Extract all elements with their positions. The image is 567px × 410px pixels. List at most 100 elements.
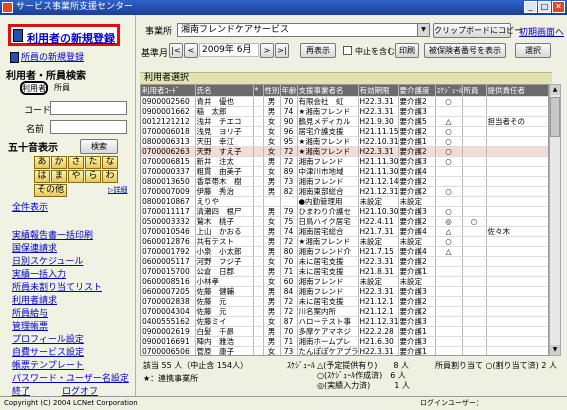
table-row[interactable]: 0600005117 河野 フジ子女 70 未に居宅支援 H22.3.31 要介護2 [141, 256, 548, 267]
scroll-up-icon[interactable]: ▲ [550, 85, 560, 95]
table-cell: H22.3.31 [358, 346, 399, 355]
table-row[interactable]: 0700002838 佐藤 元男 72 未に居宅支援 H21.12.1 要介護2 [141, 296, 548, 307]
column-header[interactable]: 所員 [462, 85, 487, 97]
menu-item-user-billing[interactable]: 利用者請求 [12, 293, 57, 306]
column-header[interactable]: 氏名 [195, 85, 254, 97]
scroll-down-icon[interactable]: ▼ [550, 345, 560, 355]
close-icon[interactable]: ✕ [552, 1, 565, 13]
toggle-staff[interactable]: 所員 [50, 81, 74, 95]
kana-ka-button[interactable]: か [51, 156, 67, 169]
kana-ya-button[interactable]: や [68, 170, 84, 183]
column-header[interactable]: 有効期限 [358, 85, 399, 97]
select-button[interactable]: 選択 [515, 43, 551, 58]
table-row[interactable]: 0700010546 上山 かおる男 74 湘南居宅総合 H21.7.31 要介護4 △ 佐々… [141, 226, 548, 237]
staff-assign-value: 2 [541, 361, 547, 370]
column-header[interactable]: ｽｹｼﾞｭｰﾙ [435, 85, 463, 97]
kana-a-button[interactable]: あ [34, 156, 50, 169]
table-row[interactable]: 0700001792 小泉 小太郎男 80 湘南フレンド介 H21.7.15 要介護4 △ [141, 246, 548, 257]
menu-item-report-print[interactable]: 実績報告書一括印刷 [12, 228, 93, 241]
menu-item-management-forms[interactable]: 管理帳票 [12, 319, 48, 332]
column-header[interactable]: 提供責任者 [486, 85, 548, 97]
table-row[interactable]: 0700006263 天野 すえ子女 72 ★湘南フレンド H22.3.31 要介護2 ○ [141, 146, 548, 157]
detail-link[interactable]: ▷詳細 [108, 185, 127, 195]
table-row[interactable]: 0800006313 天田 幸江女 95 ★湘南フレンド H22.10.31 要介護1 ○ [141, 136, 548, 147]
table-row[interactable]: 0700015700 公倉 日郡男 71 未に居宅支援 H21.8.31 要介護1 [141, 266, 548, 277]
table-row[interactable]: 0600012876 共有テスト男 72 ★湘南フレンド 未設定 未設定 ○ [141, 236, 548, 247]
table-row[interactable]: 0500003332 鷲木 桃子女 75 日鳥ハイク居宅 H22.4.11 要介護2 ◎ ○ [141, 216, 548, 227]
table-row[interactable]: 0700011117 清瀬四 根尸男 79 ひまわり介護セ H21.10.30 要介護3 ○ [141, 206, 548, 217]
name-input[interactable] [50, 120, 127, 134]
table-cell: 佐藤 元 [195, 296, 254, 307]
first-month-button[interactable]: |< [169, 43, 183, 58]
kana-wa-button[interactable]: わ [102, 170, 118, 183]
table-scrollbar[interactable]: ▲ ▼ [549, 84, 561, 356]
column-header[interactable]: 性別 [263, 85, 281, 97]
table-row[interactable]: 0900001662 稲 太郎男 74 ★湘南フレンド H22.3.31 要介護3 [141, 106, 548, 117]
include-stopped-checkbox[interactable] [343, 46, 352, 55]
menu-item-form-template[interactable]: 帳票テンプレート [12, 358, 84, 371]
menu-item-private-service[interactable]: 自費サービス設定 [12, 345, 84, 358]
column-header[interactable]: 年齢 [280, 85, 298, 97]
new-staff-label[interactable]: 所員の新規登録 [21, 53, 84, 63]
menu-item-bulk-input[interactable]: 実績一括入力 [12, 267, 66, 280]
menu-item-staff-salary[interactable]: 所員給与 [12, 306, 48, 319]
kana-na-button[interactable]: な [102, 156, 118, 169]
print-button[interactable]: 印刷 [395, 43, 419, 58]
copy-clipboard-button[interactable]: クリップボードにコピー [433, 23, 522, 38]
table-row[interactable]: 0600008516 小林孝女 60 湘南フレンド 未設定 未設定 [141, 276, 548, 287]
table-cell: 74 [280, 106, 298, 117]
toggle-user[interactable]: 利用者 [20, 81, 48, 95]
kana-other-button[interactable]: その他 [34, 184, 67, 197]
table-row[interactable]: 0900002560 青井 優也男 70 有限会社 虹 H22.3.31 要介護2 ○ [141, 96, 548, 107]
table-row[interactable]: 0700007009 伊藤 秀治男 82 湘南東部総合 H21.12.31 要介護2 ○ [141, 186, 548, 197]
table-cell: 菅原 康子 [195, 346, 254, 355]
table-row[interactable]: 0700006815 新井 注太男 72 湘南フレンド H21.11.30 要介護3 ○ [141, 156, 548, 167]
redisplay-button[interactable]: 再表示 [300, 43, 336, 58]
menu-item-national-billing[interactable]: 国保連請求 [12, 241, 57, 254]
table-row[interactable]: 0800013650 香草帯木 樹男 73 湘南フレンド H21.12.14 要介護2 [141, 176, 548, 187]
next-month-button[interactable]: > [260, 43, 274, 58]
search-button[interactable]: 検索 [80, 139, 118, 154]
table-row[interactable]: 0700006506 菅原 康子女 73 たんぽぽケアプラ H22.3.31 要介護1 [141, 346, 548, 355]
show-all-link[interactable]: 全件表示 [12, 200, 48, 213]
code-input[interactable] [50, 101, 127, 115]
chevron-down-icon[interactable]: ▼ [417, 24, 429, 36]
table-row[interactable]: 0900002619 白髪 千昴男 70 多摩ケアマネジ H22.2.28 要介護1 [141, 326, 548, 337]
detail-label[interactable]: 詳細 [113, 186, 127, 194]
table-cell: 男 [263, 236, 281, 247]
menu-item-unassigned-staff[interactable]: 所員未割り当てリスト [12, 280, 102, 293]
menu-item-daily-schedule[interactable]: 日別スケジュール [12, 254, 83, 267]
show-insured-number-button[interactable]: 被保険者番号を表示 [424, 43, 506, 58]
menu-item-profile-settings[interactable]: プロフィール設定 [12, 332, 84, 345]
column-header[interactable]: 利用者ｺｰﾄﾞ [141, 85, 196, 97]
menu-item-password-settings[interactable]: パスワード・ユーザー名設定 [12, 371, 129, 384]
kana-sa-button[interactable]: さ [68, 156, 84, 169]
table-row[interactable]: 0012121212 浅井 チエコ女 90 鶴見メディカル H21.9.30 要介護5 △ 担… [141, 116, 548, 127]
new-user-link[interactable]: 利用者の新規登録 [27, 30, 115, 46]
initial-screen-link[interactable]: 初期画面へ [519, 25, 564, 38]
office-select[interactable]: 湘南フレンドケアサービス ▼ [177, 23, 430, 37]
table-row[interactable]: 0700000337 粗貫 由美子女 89 中津川市地域 H21.11.30 要介護4 [141, 166, 548, 177]
last-month-button[interactable]: >| [275, 43, 289, 58]
kana-ha-button[interactable]: は [34, 170, 50, 183]
schedule-item-unit: 人 [397, 371, 406, 380]
new-staff-link[interactable]: 所員の新規登録 [10, 50, 84, 63]
table-row[interactable]: 0400555162 佐藤ミイ女 87 ハローテスト事 H21.12.31 要介護3 [141, 316, 548, 327]
kana-ma-button[interactable]: ま [51, 170, 67, 183]
table-row[interactable]: 0700004304 佐藤 元男 72 川名案内所 H21.12.1 要介護2 [141, 306, 548, 317]
column-header[interactable]: 要介護度 [398, 85, 436, 97]
new-user-registration[interactable]: 利用者の新規登録 [8, 24, 120, 46]
column-header[interactable]: 支援事業者名 [297, 85, 359, 97]
maximize-icon[interactable]: □ [538, 1, 551, 13]
prev-month-button[interactable]: < [184, 43, 198, 58]
column-header[interactable]: * [253, 85, 264, 97]
table-row[interactable]: 0800010867 えりや ●内勤管理用 未設定 未設定 [141, 196, 548, 207]
table-cell: 0700000337 [141, 166, 196, 177]
table-row[interactable]: 0700006018 浅見 ヨリ子女 96 居宅介護支援 H21.11.15 要介護2 ○ [141, 126, 548, 137]
minimize-icon[interactable]: _ [524, 1, 537, 13]
table-row[interactable]: 0600007205 佐藤 健輔男 84 湘南フレンド H22.3.31 要介護3 [141, 286, 548, 297]
kana-ta-button[interactable]: た [85, 156, 101, 169]
kana-ra-button[interactable]: ら [85, 170, 101, 183]
scroll-thumb[interactable] [550, 97, 560, 137]
table-row[interactable]: 0900016691 陣内 雅浩男 71 湘南ホームプレ H21.6.30 要介護3 [141, 336, 548, 347]
